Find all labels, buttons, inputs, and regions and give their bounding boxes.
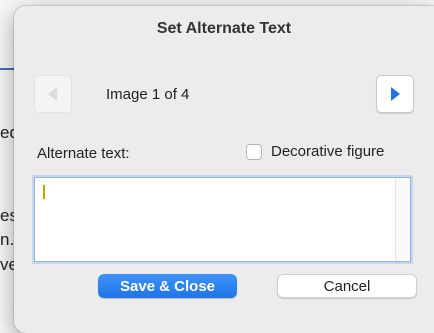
alt-text-dialog: Set Alternate Text Image 1 of 4 Alternat… xyxy=(14,6,434,333)
decorative-figure-checkbox[interactable] xyxy=(246,143,262,160)
decorative-figure-label[interactable]: Decorative figure xyxy=(271,143,384,160)
triangle-right-icon xyxy=(391,87,400,101)
previous-image-button[interactable] xyxy=(34,75,72,113)
next-image-button[interactable] xyxy=(376,75,414,113)
alternate-text-label: Alternate text: xyxy=(37,145,130,162)
textarea-scrollbar[interactable] xyxy=(395,178,410,261)
dialog-title: Set Alternate Text xyxy=(156,20,292,37)
document-text-fragment: n. xyxy=(0,230,15,249)
save-close-button[interactable]: Save & Close xyxy=(98,274,237,298)
text-caret xyxy=(43,185,45,199)
decorative-figure-option[interactable]: Decorative figure xyxy=(246,143,384,160)
cancel-button[interactable]: Cancel xyxy=(277,274,417,298)
image-counter: Image 1 of 4 xyxy=(106,86,190,103)
triangle-left-icon xyxy=(48,87,57,101)
alternate-text-input[interactable] xyxy=(34,177,411,262)
